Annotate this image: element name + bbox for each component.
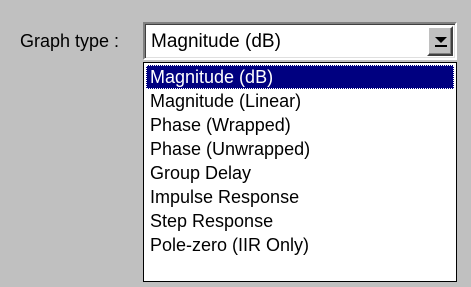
option-group-delay[interactable]: Group Delay: [146, 161, 454, 185]
dropdown-arrow-bar: [435, 45, 447, 47]
chevron-down-icon: [435, 37, 447, 43]
option-magnitude-linear[interactable]: Magnitude (Linear): [146, 89, 454, 113]
graph-type-label: Graph type :: [20, 31, 120, 51]
graph-type-combobox[interactable]: Magnitude (dB): [143, 22, 457, 60]
option-magnitude-db[interactable]: Magnitude (dB): [146, 65, 454, 89]
graph-type-dropdown-list[interactable]: Magnitude (dB) Magnitude (Linear) Phase …: [143, 62, 457, 282]
option-phase-wrapped[interactable]: Phase (Wrapped): [146, 113, 454, 137]
graph-type-selected-value: Magnitude (dB): [151, 31, 281, 52]
option-impulse-response[interactable]: Impulse Response: [146, 185, 454, 209]
option-step-response[interactable]: Step Response: [146, 209, 454, 233]
dropdown-button[interactable]: [427, 26, 453, 56]
option-pole-zero[interactable]: Pole-zero (IIR Only): [146, 233, 454, 257]
option-phase-unwrapped[interactable]: Phase (Unwrapped): [146, 137, 454, 161]
